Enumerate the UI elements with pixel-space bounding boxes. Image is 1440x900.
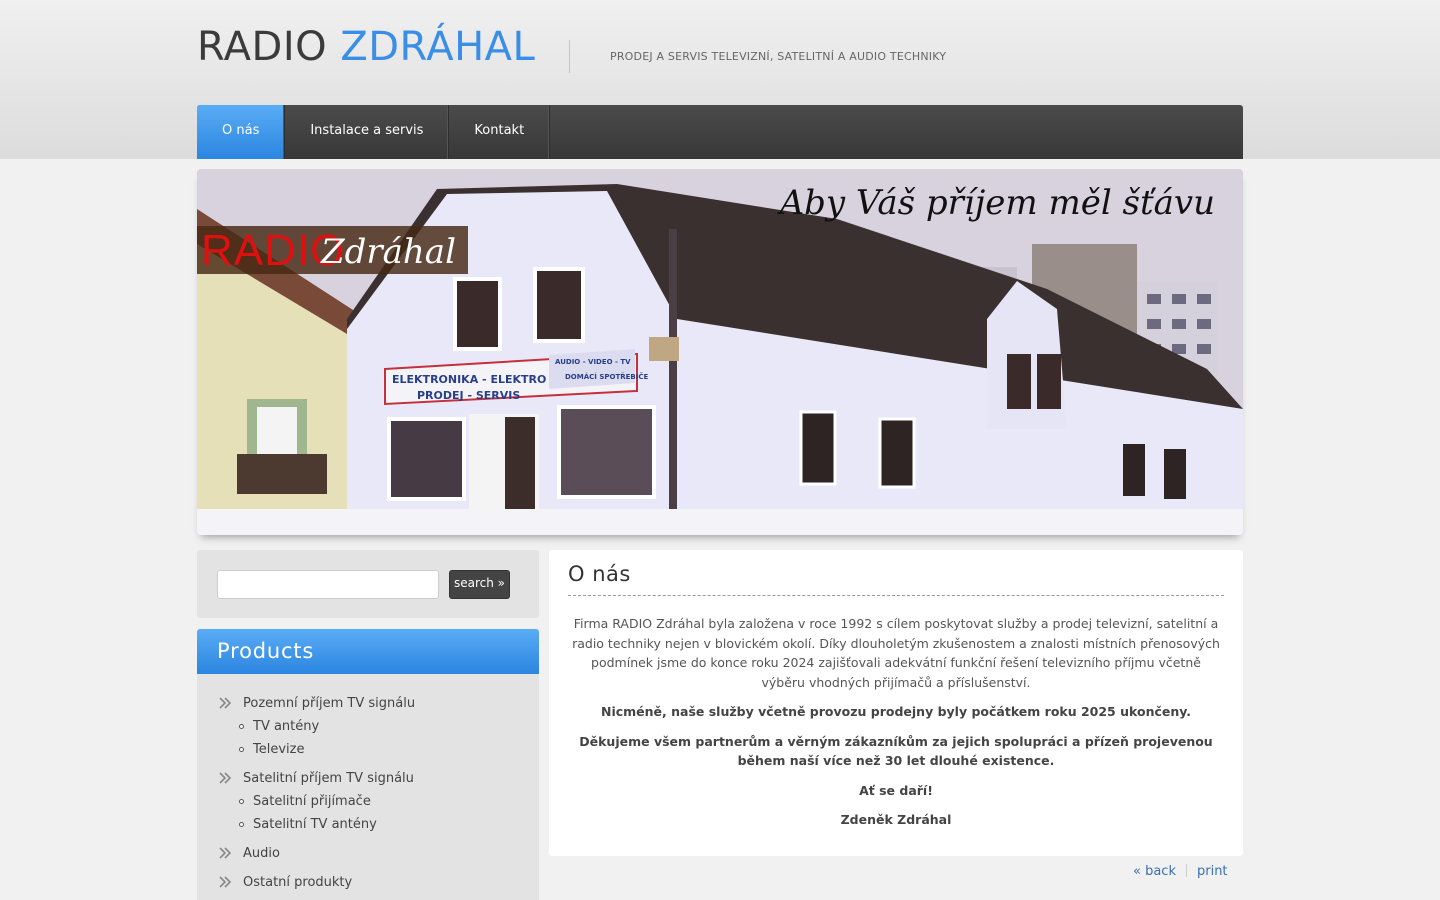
products-menu: Pozemní příjem TV signálu TV antény Tele… [197,674,539,894]
banner-logo: RADIO Zdráhal [197,226,468,275]
products-panel: Products Pozemní příjem TV signálu TV an… [197,629,539,900]
nav-item-instalace-a-servis[interactable]: Instalace a servis [285,105,450,159]
print-link[interactable]: print [1197,864,1228,879]
products-title: Products [197,629,539,674]
thanks-paragraph: Děkujeme všem partnerům a věrným zákazní… [579,733,1213,769]
subcategory-label: Televize [253,742,305,757]
double-chevron-right-icon [219,876,232,888]
subcategory-tv-anteny[interactable]: TV antény [197,715,539,738]
logo-zdrahal-text: ZDRÁHAL [340,24,536,70]
category-pozemni-prijem[interactable]: Pozemní příjem TV signálu [197,692,539,715]
subcategory-satelitni-prijimace[interactable]: Satelitní přijímače [197,790,539,813]
category-label: Audio [243,846,280,861]
header-divider [569,40,570,73]
page-title: O nás [568,562,631,586]
bullet-icon [239,724,244,729]
bullet-icon [239,822,244,827]
bullet-icon [239,747,244,752]
link-separator [1185,864,1187,877]
search-button[interactable]: search » [449,570,510,599]
search-input[interactable] [217,570,439,599]
bullet-icon [239,799,244,804]
title-divider [568,595,1224,596]
double-chevron-right-icon [219,697,232,709]
double-chevron-right-icon [219,847,232,859]
logo-radio-text: RADIO [197,24,328,70]
category-ostatni-produkty[interactable]: Ostatní produkty [197,871,539,894]
category-satelitni-prijem[interactable]: Satelitní příjem TV signálu [197,767,539,790]
category-label: Ostatní produkty [243,875,353,890]
subcategory-satelitni-tv-anteny[interactable]: Satelitní TV antény [197,813,539,836]
nav-item-o-nas[interactable]: O nás [197,105,286,159]
back-link[interactable]: « back [1133,864,1176,879]
shop-building-illustration: ELEKTRONIKA - ELEKTRO PRODEJ - SERVIS AU… [197,169,1243,535]
banner-slogan: Aby Váš příjem měl šťávu [779,183,1215,223]
sign-line-4: DOMÁCÍ SPOTŘEBIČE [565,372,648,381]
site-logo[interactable]: RADIO ZDRÁHAL [197,24,535,70]
site-tagline: PRODEJ A SERVIS TELEVIZNÍ, SATELITNÍ A A… [610,50,947,63]
page-actions: « back print [1133,864,1228,879]
category-label: Pozemní příjem TV signálu [243,696,416,711]
closure-notice: Nicméně, naše služby včetně provozu prod… [600,704,1192,719]
category-audio[interactable]: Audio [197,842,539,865]
main-content: O nás Firma RADIO Zdráhal byla založena … [549,550,1243,856]
double-chevron-right-icon [219,772,232,784]
search-panel: search » [197,550,539,618]
article-body: Firma RADIO Zdráhal byla založena v roce… [568,614,1224,840]
signature: Zdeněk Zdráhal [840,812,952,827]
category-label: Satelitní příjem TV signálu [243,771,414,786]
main-nav: O nás Instalace a servis Kontakt [197,105,1243,159]
subcategory-label: Satelitní TV antény [253,817,377,832]
nav-item-kontakt[interactable]: Kontakt [449,105,551,159]
subcategory-televize[interactable]: Televize [197,738,539,761]
sign-line-3: AUDIO - VIDEO - TV [555,358,631,366]
intro-paragraph: Firma RADIO Zdráhal byla založena v roce… [572,616,1220,690]
banner-logo-name: Zdráhal [321,232,456,272]
sign-line-2: PRODEJ - SERVIS [417,389,520,402]
sign-line-1: ELEKTRONIKA - ELEKTRO [392,373,546,386]
subcategory-label: TV antény [253,719,320,734]
header-banner-image: ELEKTRONIKA - ELEKTRO PRODEJ - SERVIS AU… [197,169,1243,535]
subcategory-label: Satelitní přijímače [253,794,371,809]
farewell-text: Ať se daří! [859,782,933,798]
